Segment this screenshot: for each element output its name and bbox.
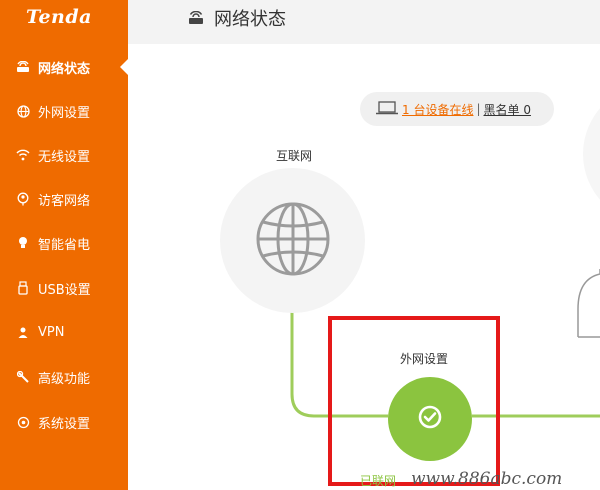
separator: | xyxy=(476,102,481,116)
vpn-icon xyxy=(16,325,30,339)
sidebar-item-label: 访客网络 xyxy=(38,193,91,209)
page-header: 网络状态 xyxy=(128,0,600,44)
sidebar-item-network-status[interactable]: 网络状态 xyxy=(0,49,128,85)
checkmark-icon xyxy=(418,405,442,433)
sidebar-item-wireless-settings[interactable]: 无线设置 xyxy=(0,137,128,173)
sidebar-item-guest-network[interactable]: 访客网络 xyxy=(0,181,128,217)
laptop-icon xyxy=(376,100,398,118)
wan-settings-label: 外网设置 xyxy=(400,352,449,366)
online-devices-bar: 1 台设备在线 | 黑名单 0 xyxy=(360,92,554,126)
sidebar-item-label: 无线设置 xyxy=(38,149,91,165)
router-icon xyxy=(16,60,30,74)
sidebar-item-label: 智能省电 xyxy=(38,237,91,253)
sidebar-item-usb-settings[interactable]: USB设置 xyxy=(0,270,128,306)
sidebar: Tenda 网络状态 外网设置 无线设置 访客网络 智能省电 USB设置 VPN… xyxy=(0,0,128,490)
guest-icon xyxy=(16,192,30,206)
sidebar-item-wan-settings[interactable]: 外网设置 xyxy=(0,93,128,129)
online-devices-link[interactable]: 1 台设备在线 xyxy=(402,101,473,118)
internet-node[interactable] xyxy=(220,168,365,313)
wan-status-text: 已联网 xyxy=(360,474,397,488)
sidebar-item-label: 外网设置 xyxy=(38,105,91,121)
network-topology: 1 台设备在线 | 黑名单 0 互联网 外网设置 已联网 www.886abc.… xyxy=(128,44,600,490)
sidebar-item-label: 系统设置 xyxy=(38,416,91,432)
internet-label: 互联网 xyxy=(276,149,313,163)
sidebar-item-label: VPN xyxy=(38,324,65,340)
sidebar-item-smart-power[interactable]: 智能省电 xyxy=(0,225,128,261)
globe-icon xyxy=(254,200,332,282)
page-title: 网络状态 xyxy=(214,9,286,30)
gear-icon xyxy=(16,415,30,429)
usb-icon xyxy=(16,281,30,295)
sidebar-item-system-settings[interactable]: 系统设置 xyxy=(0,404,128,440)
blacklist-link[interactable]: 黑名单 0 xyxy=(484,101,531,118)
sidebar-item-label: 高级功能 xyxy=(38,371,91,387)
watermark: www.886abc.com xyxy=(411,469,563,489)
sidebar-item-label: USB设置 xyxy=(38,282,91,298)
bulb-icon xyxy=(16,236,30,250)
wrench-icon xyxy=(16,370,30,384)
wan-settings-node[interactable] xyxy=(388,377,472,461)
sidebar-item-vpn[interactable]: VPN xyxy=(0,314,128,350)
sidebar-item-label: 网络状态 xyxy=(38,61,91,77)
sidebar-item-advanced[interactable]: 高级功能 xyxy=(0,359,128,395)
active-caret xyxy=(120,59,128,75)
wifi-icon xyxy=(16,148,30,162)
router-icon xyxy=(188,10,204,29)
globe-icon xyxy=(16,104,30,118)
tenda-logo: Tenda xyxy=(26,6,92,28)
